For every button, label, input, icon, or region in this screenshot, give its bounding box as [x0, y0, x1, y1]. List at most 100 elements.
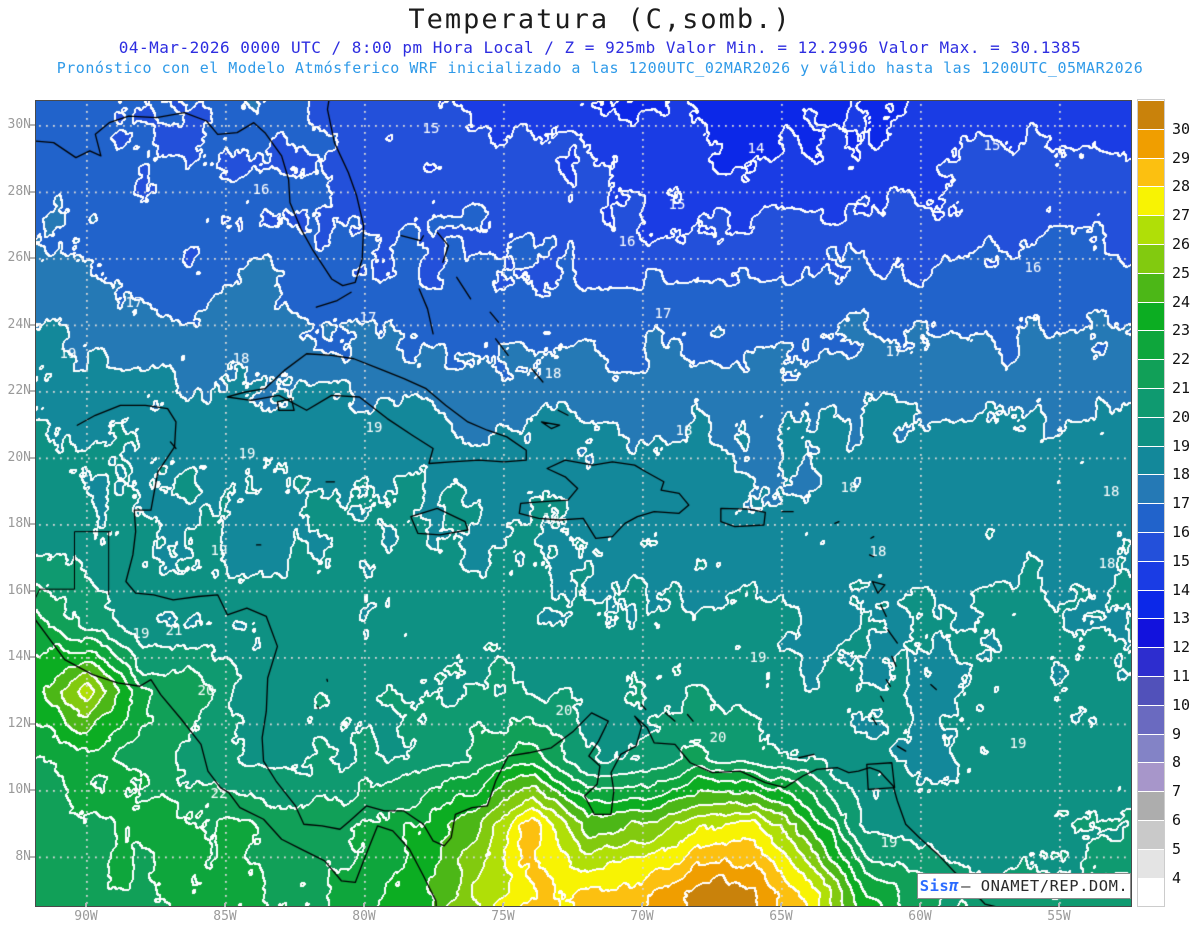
colorbar-segment-23	[1138, 301, 1164, 331]
colorbar-segment-17	[1138, 474, 1164, 504]
colorbar-label-9: 9	[1172, 724, 1182, 743]
lat-axis-label-16N: 16N	[7, 582, 31, 598]
colorbar-label-6: 6	[1172, 811, 1182, 829]
colorbar-segment-5	[1138, 820, 1164, 849]
colorbar-label-4: 4	[1172, 868, 1182, 887]
lat-axis-label-26N: 26N	[7, 250, 31, 265]
header: Temperatura (C,somb.) 04-Mar-2026 0000 U…	[0, 0, 1200, 77]
lat-axis-tick	[30, 789, 35, 791]
map-frame	[35, 100, 1132, 907]
lat-axis-label-8N: 8N	[15, 848, 31, 864]
lat-axis-tick	[30, 124, 35, 126]
colorbar-segment-20	[1138, 388, 1164, 417]
colorbar-label-18: 18	[1172, 465, 1191, 484]
colorbar-label-13: 13	[1172, 609, 1191, 628]
colorbar-label-29: 29	[1172, 148, 1191, 167]
watermark-badge: Sis π – ONAMET/REP.DOM.	[917, 873, 1131, 899]
colorbar-segment-22	[1138, 330, 1164, 360]
lon-axis-label-75W: 75W	[491, 909, 515, 924]
lat-axis-label-10N: 10N	[7, 782, 31, 797]
colorbar-label-7: 7	[1172, 782, 1182, 801]
lon-axis-label-70W: 70W	[630, 909, 654, 924]
colorbar-segment-19	[1138, 416, 1164, 446]
lat-axis-tick	[30, 523, 35, 525]
colorbar-segment-13	[1138, 589, 1164, 619]
colorbar-label-22: 22	[1172, 350, 1191, 369]
lon-axis-label-60W: 60W	[908, 909, 932, 924]
colorbar-label-16: 16	[1172, 523, 1191, 541]
colorbar-label-26: 26	[1172, 235, 1191, 253]
colorbar-segment-21	[1138, 359, 1164, 388]
lon-axis-tick	[502, 903, 504, 907]
lat-axis-tick	[30, 323, 35, 326]
colorbar-label-30: 30	[1172, 119, 1191, 138]
colorbar-segment-29	[1138, 128, 1164, 158]
colorbar-segment-25	[1138, 244, 1164, 273]
colorbar-label-23: 23	[1172, 321, 1191, 340]
colorbar-label-15: 15	[1172, 551, 1191, 570]
colorbar	[1137, 98, 1165, 908]
colorbar-segment-below-4	[1138, 877, 1164, 907]
colorbar-label-8: 8	[1172, 753, 1182, 772]
colorbar-label-27: 27	[1172, 206, 1191, 225]
watermark-sis: Sis	[919, 877, 950, 895]
lon-axis-tick	[780, 903, 782, 907]
lon-axis-label-65W: 65W	[769, 909, 793, 924]
colorbar-label-10: 10	[1172, 695, 1191, 714]
lat-axis-label-30N: 30N	[7, 117, 31, 132]
colorbar-segment-6	[1138, 791, 1164, 820]
colorbar-label-25: 25	[1172, 263, 1191, 282]
colorbar-segment-7	[1138, 762, 1164, 792]
lat-axis-tick	[30, 456, 35, 459]
lat-axis-label-22N: 22N	[7, 383, 31, 398]
lon-axis-tick	[1058, 903, 1060, 907]
colorbar-label-11: 11	[1172, 667, 1191, 685]
colorbar-label-24: 24	[1172, 292, 1191, 311]
colorbar-segment-30	[1138, 100, 1164, 129]
lat-axis-tick	[30, 855, 35, 858]
lat-axis-label-18N: 18N	[7, 516, 31, 531]
colorbar-segment-28	[1138, 157, 1164, 187]
colorbar-segment-24	[1138, 272, 1164, 302]
lat-axis-tick	[30, 722, 35, 725]
lat-axis-label-28N: 28N	[7, 183, 31, 199]
colorbar-segment-27	[1138, 186, 1164, 216]
lon-axis-tick	[85, 903, 87, 907]
lat-axis-tick	[30, 589, 35, 592]
lon-axis-tick	[641, 903, 643, 907]
colorbar-segment-9	[1138, 704, 1164, 734]
lat-axis-label-24N: 24N	[7, 316, 31, 332]
colorbar-segment-8	[1138, 733, 1164, 763]
colorbar-label-17: 17	[1172, 494, 1191, 513]
temperature-map-canvas	[36, 101, 1131, 906]
lat-axis-tick	[30, 190, 35, 193]
colorbar-label-19: 19	[1172, 436, 1191, 455]
lon-axis-label-80W: 80W	[352, 909, 376, 924]
colorbar-segment-10	[1138, 676, 1164, 705]
lon-axis-tick	[919, 903, 921, 907]
colorbar-segment-11	[1138, 647, 1164, 676]
colorbar-segment-14	[1138, 560, 1164, 590]
lat-axis-tick	[30, 257, 35, 259]
colorbar-label-20: 20	[1172, 407, 1191, 426]
colorbar-segment-4	[1138, 848, 1164, 878]
subtitle-validity: 04-Mar-2026 0000 UTC / 8:00 pm Hora Loca…	[118, 38, 1082, 57]
lon-axis-tick	[363, 903, 365, 907]
colorbar-segment-15	[1138, 532, 1164, 561]
page-title: Temperatura (C,somb.)	[408, 4, 792, 35]
subtitle-model-info: Pronóstico con el Modelo Atmósferico WRF…	[56, 59, 1144, 77]
colorbar-label-28: 28	[1172, 177, 1191, 196]
lat-axis-tick	[30, 656, 35, 658]
lon-axis-label-85W: 85W	[213, 909, 237, 924]
lat-axis-tick	[30, 390, 35, 392]
watermark-pi-icon: π	[949, 877, 960, 895]
colorbar-label-21: 21	[1172, 379, 1191, 397]
lat-axis-label-14N: 14N	[7, 649, 31, 664]
colorbar-segment-26	[1138, 215, 1164, 244]
colorbar-segment-16	[1138, 503, 1164, 532]
watermark-agency: – ONAMET/REP.DOM.	[961, 877, 1129, 895]
lat-axis-label-20N: 20N	[7, 449, 31, 465]
colorbar-label-14: 14	[1172, 580, 1191, 599]
lon-axis-tick	[224, 903, 226, 907]
colorbar-label-12: 12	[1172, 638, 1191, 657]
